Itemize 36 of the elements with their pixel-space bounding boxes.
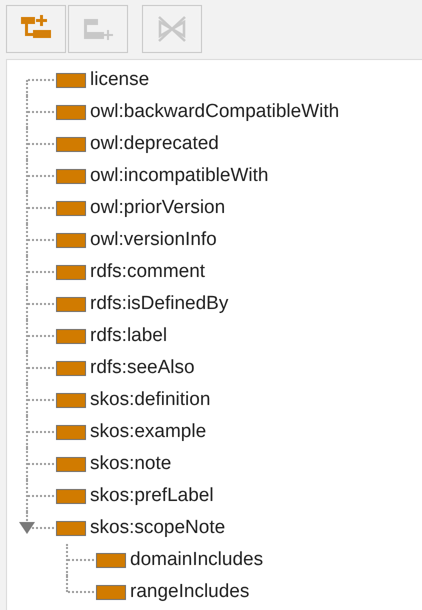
- property-icon: [56, 520, 86, 536]
- tree-item[interactable]: owl:versionInfo: [90, 229, 217, 251]
- tree-item[interactable]: rdfs:comment: [90, 261, 206, 283]
- property-icon: [56, 232, 86, 248]
- property-icon: [56, 104, 86, 120]
- tree-item[interactable]: license: [90, 69, 150, 91]
- tree-item[interactable]: domainIncludes: [130, 549, 264, 571]
- property-icon: [96, 584, 126, 600]
- tree-item[interactable]: rangeIncludes: [130, 581, 250, 603]
- tree-item[interactable]: owl:incompatibleWith: [90, 165, 268, 187]
- property-icon: [56, 456, 86, 472]
- add-child-button[interactable]: [6, 5, 66, 53]
- tree-item[interactable]: rdfs:isDefinedBy: [90, 293, 228, 315]
- property-icon: [56, 328, 86, 344]
- property-icon: [56, 392, 86, 408]
- property-icon: [56, 296, 86, 312]
- tree-item[interactable]: owl:priorVersion: [90, 197, 226, 219]
- property-icon: [56, 264, 86, 280]
- collapse-triangle-icon[interactable]: [19, 522, 35, 534]
- tree-item[interactable]: skos:definition: [90, 389, 210, 411]
- tree-item[interactable]: owl:backwardCompatibleWith: [90, 101, 340, 123]
- property-icon: [56, 168, 86, 184]
- tree-item[interactable]: rdfs:label: [90, 325, 168, 347]
- property-icon: [56, 360, 86, 376]
- tree-item[interactable]: owl:deprecated: [90, 133, 219, 155]
- tree-item[interactable]: skos:prefLabel: [90, 485, 214, 507]
- tree-item[interactable]: skos:scopeNote: [90, 517, 226, 539]
- property-icon: [56, 136, 86, 152]
- tree-item[interactable]: rdfs:seeAlso: [90, 357, 195, 379]
- tree-item[interactable]: skos:note: [90, 453, 172, 475]
- tree-item[interactable]: skos:example: [90, 421, 206, 443]
- property-icon: [96, 552, 126, 568]
- property-icon: [56, 72, 86, 88]
- property-icon: [56, 424, 86, 440]
- property-icon: [56, 200, 86, 216]
- property-icon: [56, 488, 86, 504]
